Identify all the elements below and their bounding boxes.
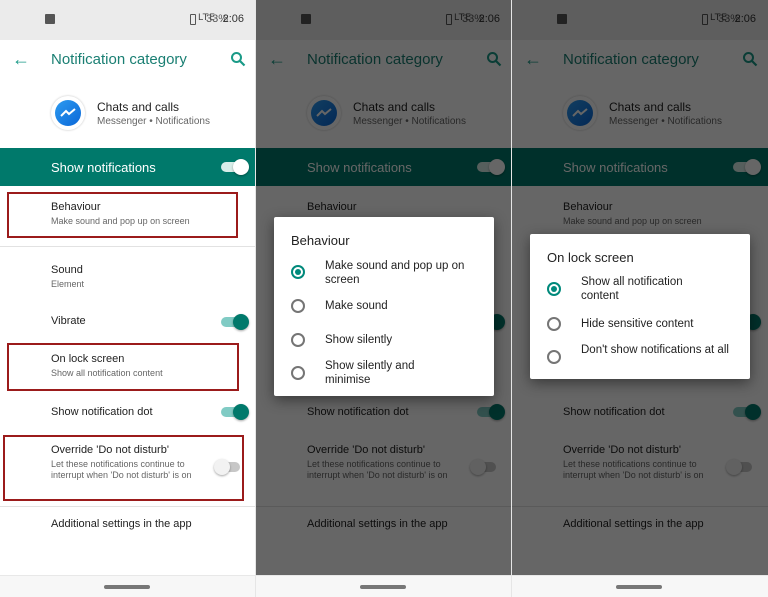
dialog-title: Behaviour (291, 233, 350, 248)
vibrate-title: Vibrate (51, 315, 86, 327)
nav-bar (0, 575, 255, 597)
scrim[interactable] (512, 0, 768, 40)
highlight-box (3, 435, 244, 501)
lock-screen-option[interactable]: Don't show notifications at all (530, 343, 750, 375)
notification-dot-title: Show notification dot (51, 406, 153, 418)
option-label: Show silently and minimise (325, 360, 415, 386)
radio-icon[interactable] (291, 265, 305, 279)
option-label: Make sound and pop up on screen (325, 260, 465, 286)
additional-settings-item[interactable]: Additional settings in the app (0, 512, 255, 538)
radio-icon[interactable] (547, 282, 561, 296)
notification-dot-item[interactable]: Show notification dot (0, 398, 255, 428)
app-header: Chats and calls Messenger • Notification… (0, 88, 255, 144)
notification-dot-toggle[interactable] (219, 404, 249, 420)
behaviour-option[interactable]: Show silently (274, 331, 494, 353)
show-notifications-row[interactable]: Show notifications (0, 148, 255, 186)
behaviour-option[interactable]: Make sound and pop up on screen (274, 257, 494, 291)
nav-bar (256, 575, 511, 597)
show-notifications-label: Show notifications (51, 160, 156, 175)
divider (0, 246, 255, 247)
option-label: Don't show notifications at all (581, 344, 729, 356)
radio-icon[interactable] (291, 299, 305, 313)
behaviour-option[interactable]: Make sound (274, 297, 494, 319)
additional-settings-title: Additional settings in the app (51, 518, 192, 530)
image-icon (45, 14, 55, 24)
status-bar: LTE 33% 2:06 (0, 0, 255, 40)
home-pill[interactable] (360, 585, 406, 589)
radio-icon[interactable] (291, 333, 305, 347)
highlight-box (7, 192, 238, 238)
scrim[interactable] (256, 0, 511, 40)
option-label: Make sound (325, 300, 388, 312)
behaviour-dialog-panel: LTE 33% 2:06 ← Notification category Cha… (256, 0, 512, 597)
sound-title: Sound (51, 264, 83, 276)
search-icon[interactable] (230, 51, 246, 67)
radio-icon[interactable] (547, 350, 561, 364)
lock-screen-dialog-panel: LTE 33% 2:06 ← Notification category Cha… (512, 0, 768, 597)
vibrate-toggle[interactable] (219, 314, 249, 330)
sound-item[interactable]: Sound Element (0, 256, 255, 296)
home-pill[interactable] (616, 585, 662, 589)
lock-screen-option[interactable]: Hide sensitive content (530, 315, 750, 337)
messenger-icon (51, 96, 85, 130)
app-name: Chats and calls (97, 100, 180, 114)
clock: 2:06 (222, 13, 244, 25)
vibrate-item[interactable]: Vibrate (0, 306, 255, 336)
radio-icon[interactable] (547, 317, 561, 331)
app-subtitle: Messenger • Notifications (97, 116, 210, 127)
dialog-title: On lock screen (547, 250, 634, 265)
option-label: Show silently (325, 334, 393, 346)
radio-icon[interactable] (291, 366, 305, 380)
option-label: Show all notification content (581, 276, 683, 302)
home-pill[interactable] (104, 585, 150, 589)
sound-subtitle: Element (51, 279, 85, 289)
back-arrow-icon[interactable]: ← (12, 49, 32, 69)
page-title: Notification category (51, 51, 187, 68)
settings-panel: LTE 33% 2:06 ← Notification category Cha… (0, 0, 256, 597)
behaviour-option[interactable]: Show silently and minimise (274, 359, 494, 391)
app-bar: ← Notification category (0, 40, 255, 80)
highlight-box (7, 343, 239, 391)
battery-icon (190, 14, 196, 25)
nav-bar (512, 575, 768, 597)
option-label: Hide sensitive content (581, 318, 694, 330)
divider (0, 506, 255, 507)
lock-screen-dialog: On lock screen Show all notification con… (530, 234, 750, 379)
lock-screen-option[interactable]: Show all notification content (530, 274, 750, 306)
show-notifications-toggle[interactable] (219, 159, 249, 175)
behaviour-dialog: Behaviour Make sound and pop up on scree… (274, 217, 494, 396)
